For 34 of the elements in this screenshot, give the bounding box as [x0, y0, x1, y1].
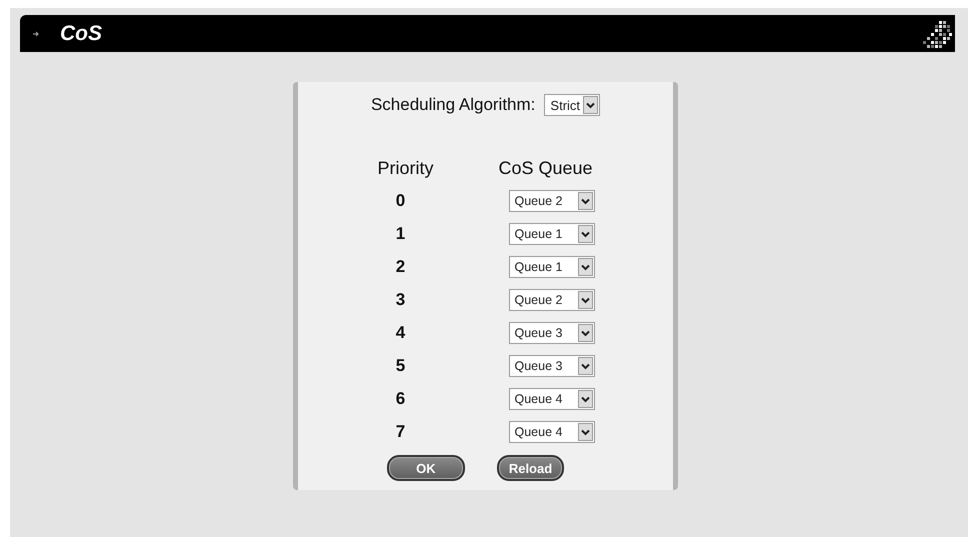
priority-value: 6 — [396, 389, 406, 409]
queue-dropdown[interactable]: Queue 3 — [508, 322, 594, 344]
queue-dropdown[interactable]: Queue 2 — [508, 289, 594, 311]
column-header: Priority — [377, 158, 434, 179]
column-header: CoS Queue — [498, 158, 593, 179]
priority-value: 1 — [396, 224, 406, 244]
caret-icon — [578, 423, 592, 441]
caret-icon — [578, 390, 592, 408]
queue-dropdown[interactable]: Queue 1 — [508, 223, 594, 245]
priority-value: 2 — [396, 257, 406, 277]
queue-dropdown[interactable]: Queue 2 — [508, 190, 594, 212]
arrow-icon — [32, 30, 40, 38]
page-title: CoS — [60, 22, 102, 46]
priority-value: 7 — [396, 422, 406, 442]
priority-value: 0 — [396, 191, 406, 211]
caret-icon — [578, 225, 592, 243]
caret-icon — [578, 291, 592, 309]
priority-value: 3 — [396, 290, 406, 310]
scheduling-label: Scheduling Algorithm: — [370, 95, 536, 115]
caret-icon — [583, 96, 598, 114]
priority-value: 5 — [396, 356, 406, 376]
reload-button[interactable]: Reload — [496, 455, 564, 481]
queue-dropdown[interactable]: Queue 4 — [508, 388, 594, 410]
queue-dropdown[interactable]: Queue 1 — [508, 256, 594, 278]
queue-dropdown[interactable]: Queue 4 — [508, 421, 594, 443]
algorithm-dropdown[interactable]: Strict — [544, 94, 600, 116]
ok-button[interactable]: OK — [386, 455, 465, 481]
caret-icon — [578, 192, 592, 210]
queue-dropdown[interactable]: Queue 3 — [508, 355, 594, 377]
caret-icon — [578, 324, 592, 342]
pixel-logo-icon — [921, 18, 953, 48]
priority-value: 4 — [396, 323, 406, 343]
caret-icon — [578, 258, 592, 276]
caret-icon — [578, 357, 592, 375]
